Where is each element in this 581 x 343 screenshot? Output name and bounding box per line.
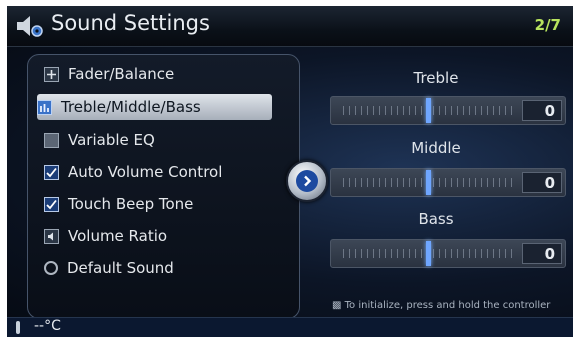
- main-area: Fader/Balance Treble/Middle/Bass Variabl…: [7, 47, 573, 319]
- checkbox-icon: [44, 132, 59, 148]
- menu-item-label: Default Sound: [67, 259, 174, 277]
- chevron-right-icon: [296, 170, 318, 192]
- equalizer-icon: [37, 99, 52, 115]
- menu-item-label: Touch Beep Tone: [68, 195, 194, 213]
- status-bar: --°C: [7, 317, 573, 337]
- page-indicator: 2/7: [534, 16, 561, 34]
- bass-slider-knob[interactable]: [426, 241, 431, 266]
- menu-item-treble-middle-bass[interactable]: Treble/Middle/Bass: [37, 94, 272, 120]
- temperature-readout: --°C: [34, 318, 61, 334]
- bass-slider[interactable]: 0: [330, 239, 566, 268]
- middle-slider[interactable]: 0: [330, 168, 566, 197]
- treble-slider[interactable]: 0: [330, 96, 566, 125]
- menu-item-fader-balance[interactable]: Fader/Balance: [44, 61, 272, 87]
- settings-menu: Fader/Balance Treble/Middle/Bass Variabl…: [27, 54, 300, 319]
- middle-value: 0: [522, 172, 562, 193]
- menu-item-label: Volume Ratio: [68, 227, 168, 245]
- hint-text: ▩ To initialize, press and hold the cont…: [332, 300, 551, 311]
- menu-item-touch-beep-tone[interactable]: Touch Beep Tone: [44, 191, 272, 217]
- sound-settings-screen: Sound Settings 2/7 Fader/Balance Treble/…: [7, 6, 573, 337]
- info-icon: ▩: [332, 300, 345, 311]
- checkbox-checked-icon: [44, 196, 59, 212]
- right-arrow-button[interactable]: [286, 160, 328, 202]
- menu-item-label: Treble/Middle/Bass: [61, 98, 201, 116]
- page-title: Sound Settings: [51, 11, 210, 35]
- volume-ratio-icon: [44, 228, 59, 244]
- thermometer-icon: [16, 321, 20, 334]
- checkbox-checked-icon: [44, 164, 59, 180]
- bass-value: 0: [522, 243, 562, 264]
- menu-item-label: Fader/Balance: [68, 65, 175, 83]
- treble-label: Treble: [413, 69, 459, 87]
- menu-item-auto-volume-control[interactable]: Auto Volume Control: [44, 159, 272, 185]
- bass-label: Bass: [418, 210, 454, 228]
- speaker-settings-icon: [17, 16, 43, 37]
- treble-slider-knob[interactable]: [426, 98, 431, 123]
- middle-label: Middle: [411, 139, 461, 157]
- menu-item-label: Variable EQ: [68, 131, 155, 149]
- menu-item-variable-eq[interactable]: Variable EQ: [44, 127, 272, 153]
- title-bar: Sound Settings 2/7: [7, 6, 573, 47]
- fader-balance-icon: [44, 66, 59, 82]
- menu-item-volume-ratio[interactable]: Volume Ratio: [44, 223, 272, 249]
- menu-item-default-sound[interactable]: Default Sound: [44, 255, 272, 281]
- middle-slider-knob[interactable]: [426, 170, 431, 195]
- treble-value: 0: [522, 100, 562, 121]
- default-sound-icon: [44, 261, 58, 275]
- menu-item-label: Auto Volume Control: [68, 163, 223, 181]
